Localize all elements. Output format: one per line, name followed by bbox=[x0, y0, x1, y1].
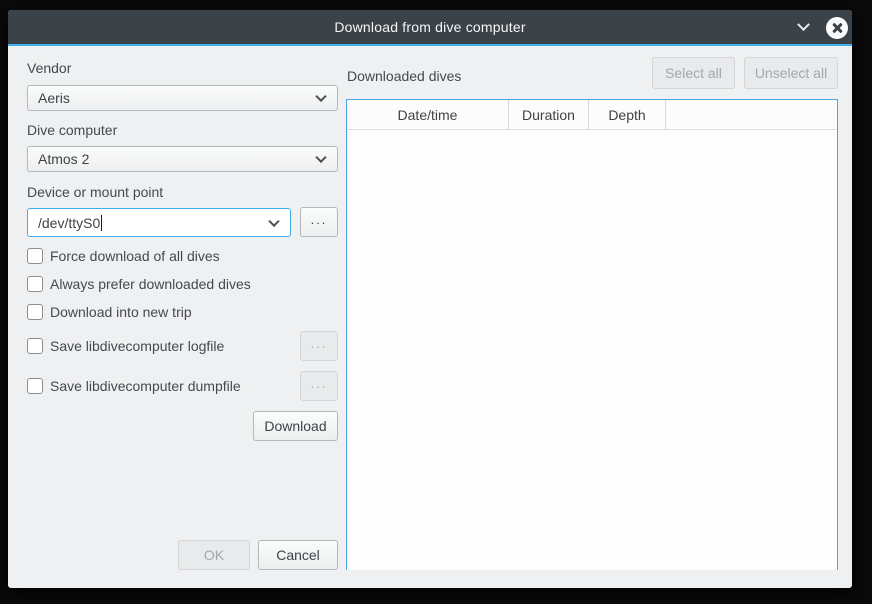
column-header-duration[interactable]: Duration bbox=[509, 100, 589, 129]
ellipsis-icon: ... bbox=[311, 340, 328, 348]
dive-computer-value: Atmos 2 bbox=[38, 151, 89, 167]
checkbox-icon bbox=[27, 304, 43, 320]
titlebar[interactable]: Download from dive computer bbox=[8, 10, 852, 44]
checkbox-icon bbox=[27, 338, 43, 354]
table-body-empty bbox=[347, 130, 837, 570]
close-button[interactable] bbox=[826, 17, 848, 39]
logfile-browse-button[interactable]: ... bbox=[300, 331, 338, 361]
table-header-row: Date/time Duration Depth bbox=[347, 100, 837, 130]
desktop-background: Download from dive computer Vendor Aeris… bbox=[0, 0, 872, 604]
unselect-all-button[interactable]: Unselect all bbox=[744, 57, 838, 89]
ellipsis-icon: ... bbox=[311, 380, 328, 388]
dumpfile-browse-button[interactable]: ... bbox=[300, 371, 338, 401]
chevron-down-icon bbox=[315, 91, 326, 102]
select-all-button[interactable]: Select all bbox=[652, 57, 735, 89]
cancel-button[interactable]: Cancel bbox=[258, 540, 338, 570]
downloaded-dives-heading: Downloaded dives bbox=[347, 68, 461, 84]
checkbox-prefer-downloaded[interactable]: Always prefer downloaded dives bbox=[27, 276, 251, 292]
checkbox-icon bbox=[27, 276, 43, 292]
checkbox-icon bbox=[27, 378, 43, 394]
download-button[interactable]: Download bbox=[253, 411, 338, 441]
dive-computer-select[interactable]: Atmos 2 bbox=[27, 146, 338, 172]
vendor-value: Aeris bbox=[38, 90, 70, 106]
chevron-down-icon bbox=[315, 152, 326, 163]
column-header-depth[interactable]: Depth bbox=[589, 100, 666, 129]
text-cursor bbox=[101, 215, 102, 231]
column-header-empty bbox=[666, 100, 837, 129]
checkbox-save-dumpfile[interactable]: Save libdivecomputer dumpfile bbox=[27, 378, 241, 394]
checkbox-icon bbox=[27, 248, 43, 264]
window-title: Download from dive computer bbox=[334, 19, 525, 35]
shade-button[interactable] bbox=[794, 19, 812, 35]
chevron-down-icon bbox=[268, 215, 279, 226]
checkbox-save-logfile[interactable]: Save libdivecomputer logfile bbox=[27, 338, 224, 354]
download-dialog: Download from dive computer Vendor Aeris… bbox=[8, 10, 852, 588]
device-browse-button[interactable]: ... bbox=[300, 207, 338, 237]
ok-button[interactable]: OK bbox=[178, 540, 250, 570]
close-icon bbox=[831, 22, 843, 34]
dive-computer-label: Dive computer bbox=[27, 122, 117, 138]
ellipsis-icon: ... bbox=[311, 216, 328, 224]
checkbox-force-download[interactable]: Force download of all dives bbox=[27, 248, 220, 264]
vendor-select[interactable]: Aeris bbox=[27, 85, 338, 111]
chevron-down-icon bbox=[797, 18, 810, 31]
vendor-label: Vendor bbox=[27, 60, 71, 76]
device-input[interactable]: /dev/ttyS0 bbox=[27, 208, 291, 237]
checkbox-new-trip[interactable]: Download into new trip bbox=[27, 304, 192, 320]
device-label: Device or mount point bbox=[27, 184, 163, 200]
column-header-datetime[interactable]: Date/time bbox=[347, 100, 509, 129]
downloaded-dives-table[interactable]: Date/time Duration Depth bbox=[346, 99, 838, 570]
titlebar-accent-line bbox=[8, 44, 852, 46]
device-value: /dev/ttyS0 bbox=[38, 215, 100, 231]
